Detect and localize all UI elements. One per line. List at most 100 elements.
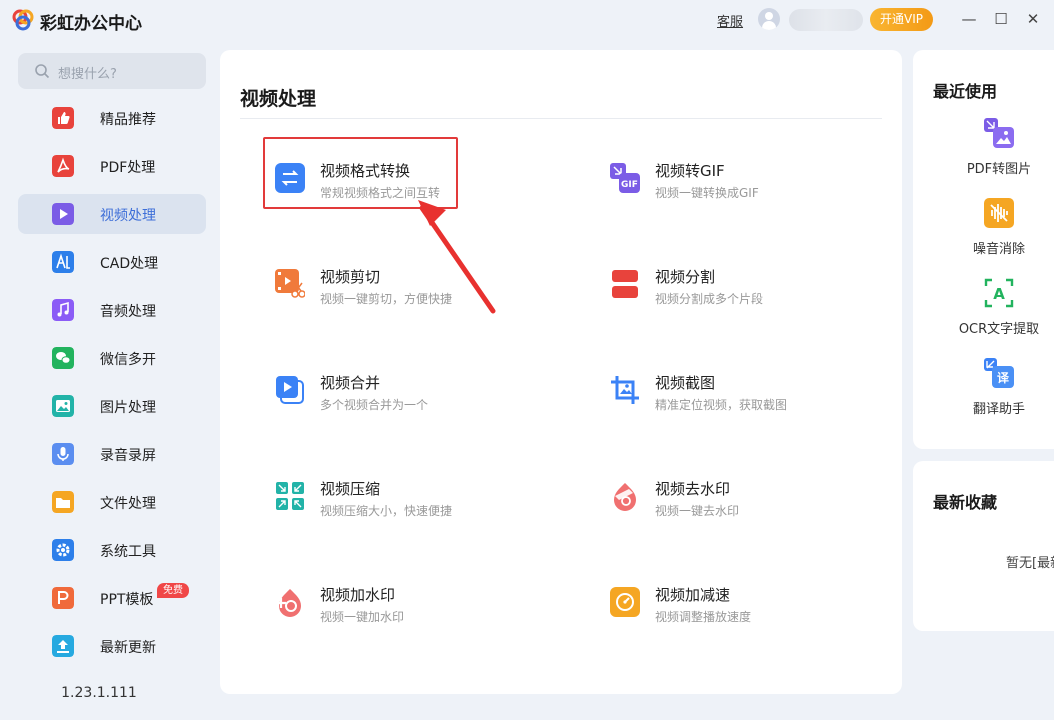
tool-name: 视频转GIF <box>655 162 725 180</box>
tool-name: 视频分割 <box>655 268 716 286</box>
tool-video-compress[interactable]: 视频压缩 视频压缩大小，快速便捷 <box>275 480 525 541</box>
tool-name: 视频加减速 <box>655 586 731 604</box>
merge-icon <box>276 376 304 404</box>
sidebar-item-label: 音频处理 <box>100 304 156 320</box>
free-badge: 免费 <box>157 583 189 598</box>
translate-icon: 译 <box>984 358 1014 388</box>
recent-item-noise-removal[interactable]: 噪音消除 <box>913 198 1054 268</box>
speed-icon <box>610 587 640 617</box>
tool-video-remove-watermark[interactable]: 视频去水印 视频一键去水印 <box>610 480 860 541</box>
tool-desc: 视频分割成多个片段 <box>655 292 764 306</box>
app-logo-icon <box>12 9 34 31</box>
recent-title: 最近使用 <box>933 82 998 101</box>
sidebar-item-wechat[interactable]: 微信多开 <box>18 338 206 378</box>
avatar[interactable] <box>758 8 780 30</box>
app-title: 彩虹办公中心 <box>40 14 142 34</box>
customer-service-link[interactable]: 客服 <box>717 11 743 30</box>
tool-video-screenshot[interactable]: 视频截图 精准定位视频，获取截图 <box>610 374 860 435</box>
sidebar-item-label: CAD处理 <box>100 256 159 272</box>
favorites-title: 最新收藏 <box>933 493 998 512</box>
tool-name: 视频剪切 <box>320 268 381 286</box>
tool-video-to-gif[interactable]: GIF 视频转GIF 视频一键转换成GIF <box>610 162 860 223</box>
recent-label: 翻译助手 <box>972 402 1025 417</box>
video-icon <box>52 203 74 225</box>
vip-button[interactable]: 开通VIP <box>870 8 933 31</box>
search-icon <box>35 64 50 79</box>
minimize-icon[interactable]: — <box>958 9 980 29</box>
sidebar-item-image[interactable]: 图片处理 <box>18 386 206 426</box>
tool-desc: 视频一键去水印 <box>655 504 740 518</box>
page-title: 视频处理 <box>240 88 317 110</box>
svg-text:GIF: GIF <box>621 180 638 190</box>
wechat-icon <box>52 347 74 369</box>
sidebar-item-label: 录音录屏 <box>100 448 156 464</box>
tool-name: 视频合并 <box>320 374 381 392</box>
split-icon <box>612 270 638 298</box>
sidebar-item-label: 视频处理 <box>100 208 156 224</box>
tool-name: 视频截图 <box>655 374 716 392</box>
maximize-icon[interactable]: ☐ <box>990 9 1012 29</box>
tool-desc: 视频一键转换成GIF <box>655 186 759 200</box>
favorites-panel: 最新收藏 暂无[最新收藏] <box>913 461 1054 631</box>
tool-video-merge[interactable]: 视频合并 多个视频合并为一个 <box>275 374 525 435</box>
sidebar: 想搜什么? 精品推荐 PDF处理 视频处理 CAD处理 音频处理 微信多开 图片… <box>0 40 220 720</box>
gif-icon: GIF <box>610 163 640 193</box>
recent-item-pdf-to-image[interactable]: PDF转图片 <box>913 118 1054 188</box>
mic-icon <box>52 443 74 465</box>
crop-icon <box>611 376 639 404</box>
noise-icon <box>984 198 1014 228</box>
sidebar-item-label: 文件处理 <box>100 496 156 512</box>
tool-desc: 视频压缩大小，快速便捷 <box>320 504 453 518</box>
sidebar-item-label: 精品推荐 <box>100 112 156 128</box>
tool-name: 视频去水印 <box>655 480 731 498</box>
sidebar-item-pdf[interactable]: PDF处理 <box>18 146 206 186</box>
sidebar-item-label: PPT模板 <box>100 592 154 608</box>
arrow-annotation-icon <box>418 200 496 314</box>
version-label: 1.23.1.111 <box>61 685 137 701</box>
sidebar-item-audio[interactable]: 音频处理 <box>18 290 206 330</box>
sidebar-item-label: 系统工具 <box>100 544 156 560</box>
sidebar-item-cad[interactable]: CAD处理 <box>18 242 206 282</box>
tool-video-add-watermark[interactable]: 视频加水印 视频一键加水印 <box>275 586 525 647</box>
close-icon[interactable]: ✕ <box>1022 9 1044 29</box>
sidebar-item-updates[interactable]: 最新更新 <box>18 626 206 666</box>
thumb-icon <box>52 107 74 129</box>
pdf-icon <box>52 155 74 177</box>
sidebar-item-video[interactable]: 视频处理 <box>18 194 206 234</box>
image-icon <box>52 395 74 417</box>
tool-name: 视频加水印 <box>320 586 396 604</box>
sidebar-item-system[interactable]: 系统工具 <box>18 530 206 570</box>
sidebar-item-label: PDF处理 <box>100 160 156 176</box>
sidebar-item-recommend[interactable]: 精品推荐 <box>18 98 206 138</box>
ppt-icon <box>52 587 74 609</box>
tool-name: 视频压缩 <box>320 480 381 498</box>
recent-panel: 最近使用 PDF转图片 噪音消除 A OCR文字提取 译 翻译助手 <box>913 50 1054 449</box>
folder-icon <box>52 491 74 513</box>
tool-video-split[interactable]: 视频分割 视频分割成多个片段 <box>610 268 860 329</box>
tool-desc: 精准定位视频，获取截图 <box>655 398 788 412</box>
recent-item-ocr[interactable]: A OCR文字提取 <box>913 278 1054 348</box>
eraser-icon <box>614 483 636 511</box>
recent-label: 噪音消除 <box>972 242 1025 257</box>
recent-label: PDF转图片 <box>966 162 1032 177</box>
recent-item-translate[interactable]: 译 翻译助手 <box>913 358 1054 428</box>
tool-desc: 视频一键加水印 <box>320 610 405 624</box>
scissors-icon <box>275 269 305 298</box>
upload-icon <box>52 635 74 657</box>
sidebar-item-file[interactable]: 文件处理 <box>18 482 206 522</box>
sidebar-item-ppt[interactable]: PPT模板 免费 <box>18 578 206 618</box>
tool-video-speed[interactable]: 视频加减速 视频调整播放速度 <box>610 586 860 647</box>
sidebar-item-label: 图片处理 <box>100 400 156 416</box>
tool-desc: 视频调整播放速度 <box>655 610 752 624</box>
search-input[interactable]: 想搜什么? <box>58 63 117 82</box>
ocr-icon: A <box>984 278 1014 308</box>
search-box[interactable]: 想搜什么? <box>18 53 206 89</box>
sidebar-item-label: 最新更新 <box>100 640 156 656</box>
recent-label: OCR文字提取 <box>958 322 1040 337</box>
username-redacted[interactable] <box>789 9 863 31</box>
sidebar-item-recording[interactable]: 录音录屏 <box>18 434 206 474</box>
divider <box>240 118 882 119</box>
gear-icon <box>52 539 74 561</box>
sidebar-item-label: 微信多开 <box>100 352 156 368</box>
music-icon <box>52 299 74 321</box>
